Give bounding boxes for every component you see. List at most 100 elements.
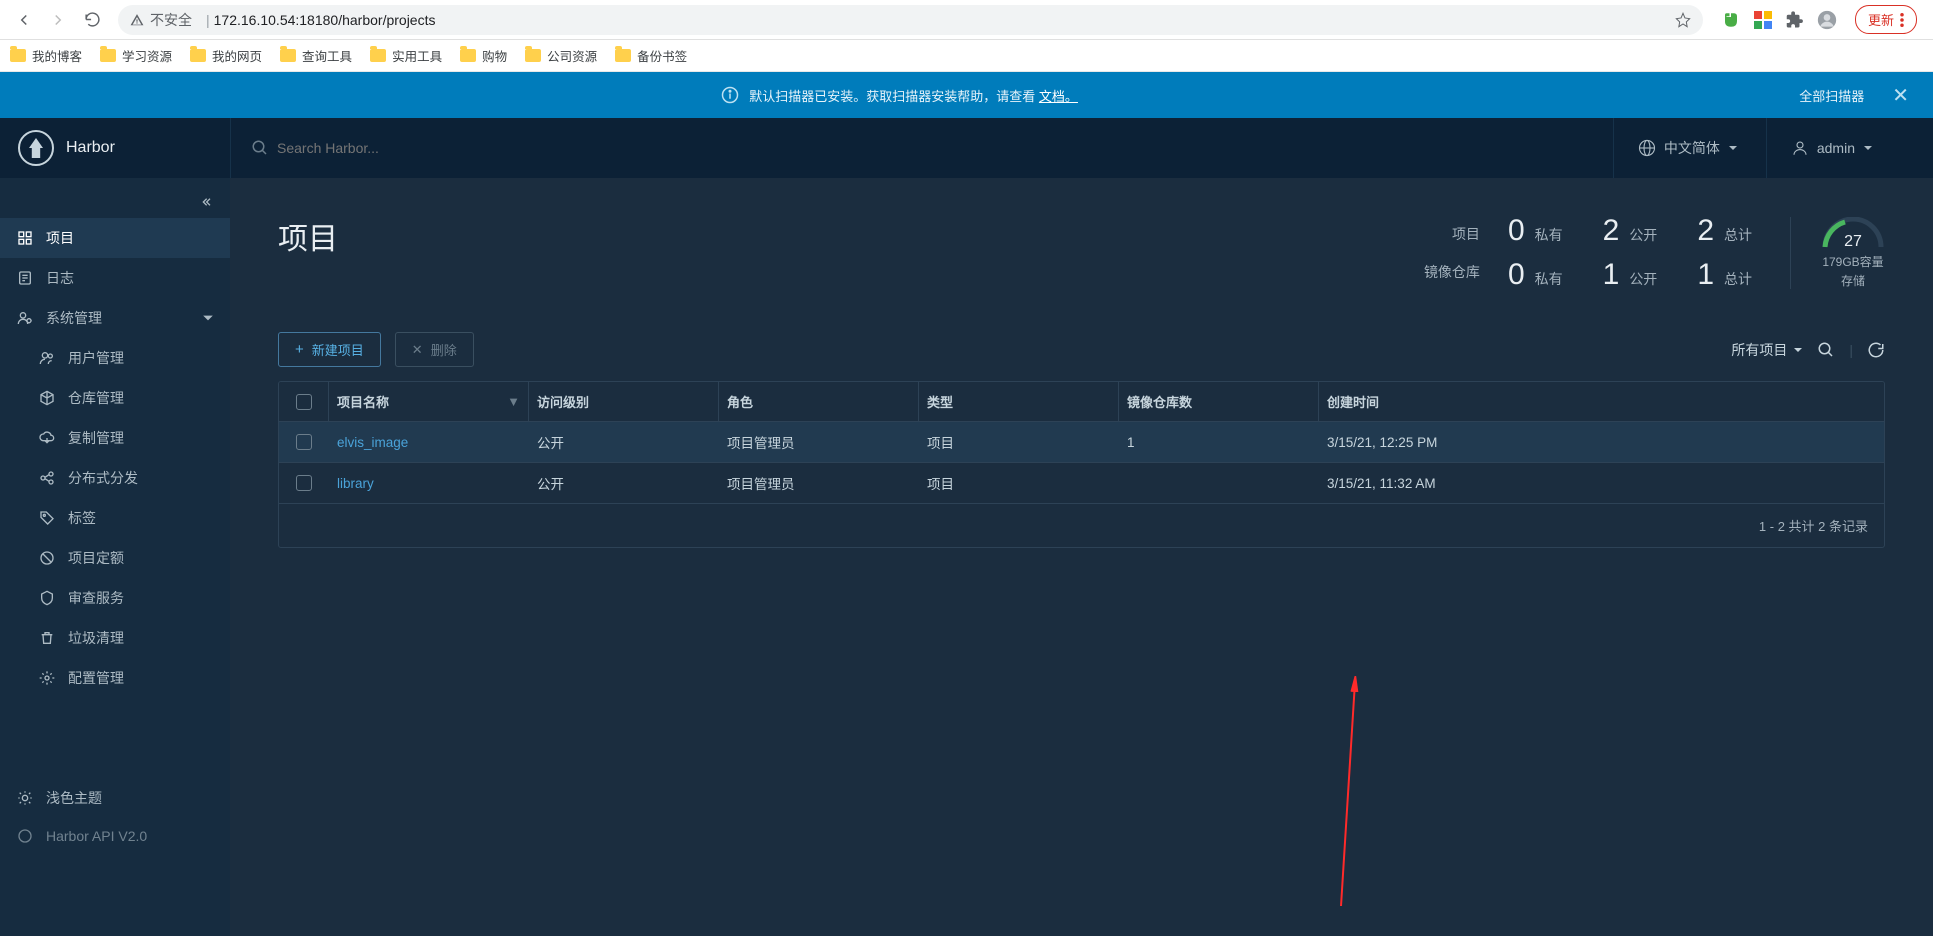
share-icon: [38, 470, 56, 486]
annotation-arrow: [1333, 676, 1373, 916]
bookmark-item[interactable]: 学习资源: [100, 46, 172, 65]
search-input[interactable]: [277, 140, 577, 156]
harbor-icon: [18, 130, 54, 166]
col-name[interactable]: 项目名称▼: [329, 382, 529, 421]
collapse-icon[interactable]: [198, 194, 214, 210]
reload-button[interactable]: [76, 4, 108, 36]
projects-table: 项目名称▼ 访问级别 角色 类型 镜像仓库数 创建时间 elvis_image公…: [278, 381, 1885, 548]
extension-icons: 更新: [1713, 5, 1925, 34]
bookmark-item[interactable]: 查询工具: [280, 46, 352, 65]
folder-icon: [10, 49, 26, 62]
profile-icon[interactable]: [1817, 10, 1837, 30]
insecure-badge: 不安全: [130, 10, 192, 30]
search-icon[interactable]: [1817, 341, 1835, 359]
close-icon[interactable]: ✕: [1892, 83, 1909, 108]
col-role[interactable]: 角色: [719, 382, 919, 421]
cloud-icon: [38, 430, 56, 446]
sidebar-item-distribute[interactable]: 分布式分发: [0, 458, 230, 498]
sidebar-item-sysadmin[interactable]: 系统管理: [0, 298, 230, 338]
puzzle-icon[interactable]: [1785, 10, 1805, 30]
all-scanners-link[interactable]: 全部扫描器: [1799, 86, 1864, 105]
delete-button[interactable]: ✕删除: [395, 332, 474, 367]
search-wrap: [230, 118, 1613, 178]
globe-icon: [1638, 139, 1656, 157]
refresh-icon[interactable]: [1867, 341, 1885, 359]
bookmark-item[interactable]: 备份书签: [615, 46, 687, 65]
warning-icon: [130, 13, 144, 27]
sidebar-item-repos[interactable]: 仓库管理: [0, 378, 230, 418]
docs-link[interactable]: 文档。: [1039, 89, 1078, 104]
select-all-checkbox[interactable]: [296, 394, 312, 410]
sidebar-item-logs[interactable]: 日志: [0, 258, 230, 298]
url-text: 172.16.10.54:18180/harbor/projects: [214, 12, 436, 28]
shield-icon: [38, 590, 56, 606]
col-type[interactable]: 类型: [919, 382, 1119, 421]
trash-icon: [38, 630, 56, 646]
logo[interactable]: Harbor: [0, 130, 230, 166]
bookmark-item[interactable]: 实用工具: [370, 46, 442, 65]
star-icon[interactable]: [1675, 12, 1691, 28]
info-icon: [721, 86, 739, 104]
row-checkbox[interactable]: [296, 475, 312, 491]
tag-icon: [38, 510, 56, 526]
user-menu[interactable]: admin: [1766, 118, 1873, 178]
notification-banner: 默认扫描器已安装。获取扫描器安装帮助，请查看 文档。 全部扫描器 ✕: [0, 72, 1933, 118]
sidebar: 项目 日志 系统管理 用户管理 仓库管理 复制管理 分布式分发 标签 项目定额 …: [0, 178, 230, 936]
folder-icon: [280, 49, 296, 62]
sidebar-item-gc[interactable]: 垃圾清理: [0, 618, 230, 658]
evernote-icon[interactable]: [1721, 10, 1741, 30]
table-header: 项目名称▼ 访问级别 角色 类型 镜像仓库数 创建时间: [279, 382, 1884, 422]
forward-button[interactable]: [42, 4, 74, 36]
chevron-down-icon: [202, 312, 214, 324]
bookmark-item[interactable]: 购物: [460, 46, 507, 65]
new-project-button[interactable]: +新建项目: [278, 332, 381, 367]
bookmark-item[interactable]: 公司资源: [525, 46, 597, 65]
admin-icon: [16, 310, 34, 326]
folder-icon: [460, 49, 476, 62]
logs-icon: [16, 270, 34, 286]
back-button[interactable]: [8, 4, 40, 36]
sun-icon: [16, 790, 34, 806]
col-created[interactable]: 创建时间: [1319, 382, 1884, 421]
folder-icon: [190, 49, 206, 62]
gear-icon: [38, 670, 56, 686]
user-icon: [1791, 139, 1809, 157]
col-access[interactable]: 访问级别: [529, 382, 719, 421]
projects-icon: [16, 230, 34, 246]
folder-icon: [615, 49, 631, 62]
sidebar-item-audit[interactable]: 审查服务: [0, 578, 230, 618]
row-checkbox[interactable]: [296, 434, 312, 450]
project-name-link[interactable]: library: [329, 466, 529, 501]
col-repos[interactable]: 镜像仓库数: [1119, 382, 1319, 421]
stats-grid: 项目 镜像仓库 0私有 0私有 2公开 1公开 2总计 1总计: [1424, 214, 1885, 292]
search-icon: [251, 139, 269, 157]
project-name-link[interactable]: elvis_image: [329, 425, 529, 460]
address-bar[interactable]: 不安全 | 172.16.10.54:18180/harbor/projects: [118, 5, 1703, 35]
folder-icon: [100, 49, 116, 62]
table-footer: 1 - 2 共计 2 条记录: [279, 504, 1884, 547]
sidebar-item-users[interactable]: 用户管理: [0, 338, 230, 378]
bookmark-item[interactable]: 我的博客: [10, 46, 82, 65]
table-row[interactable]: elvis_image公开项目管理员项目13/15/21, 12:25 PM: [279, 422, 1884, 463]
action-bar: +新建项目 ✕删除 所有项目 |: [278, 332, 1885, 367]
forbidden-icon: [38, 550, 56, 566]
sidebar-item-api[interactable]: Harbor API V2.0: [0, 818, 230, 854]
sidebar-item-replication[interactable]: 复制管理: [0, 418, 230, 458]
project-filter-dropdown[interactable]: 所有项目: [1731, 340, 1803, 360]
sidebar-item-quota[interactable]: 项目定额: [0, 538, 230, 578]
table-row[interactable]: library公开项目管理员项目3/15/21, 11:32 AM: [279, 463, 1884, 504]
browser-toolbar: 不安全 | 172.16.10.54:18180/harbor/projects…: [0, 0, 1933, 40]
bookmark-item[interactable]: 我的网页: [190, 46, 262, 65]
app-header: Harbor 中文简体 admin: [0, 118, 1933, 178]
sidebar-item-labels[interactable]: 标签: [0, 498, 230, 538]
update-button[interactable]: 更新: [1855, 5, 1917, 34]
sidebar-item-theme[interactable]: 浅色主题: [0, 778, 230, 818]
api-icon: [16, 828, 34, 844]
language-selector[interactable]: 中文简体: [1613, 118, 1738, 178]
sidebar-item-config[interactable]: 配置管理: [0, 658, 230, 698]
sidebar-item-projects[interactable]: 项目: [0, 218, 230, 258]
grid-icon[interactable]: [1753, 10, 1773, 30]
page-title: 项目: [278, 214, 338, 258]
filter-icon[interactable]: ▼: [507, 394, 520, 409]
chevron-down-icon: [1728, 143, 1738, 153]
